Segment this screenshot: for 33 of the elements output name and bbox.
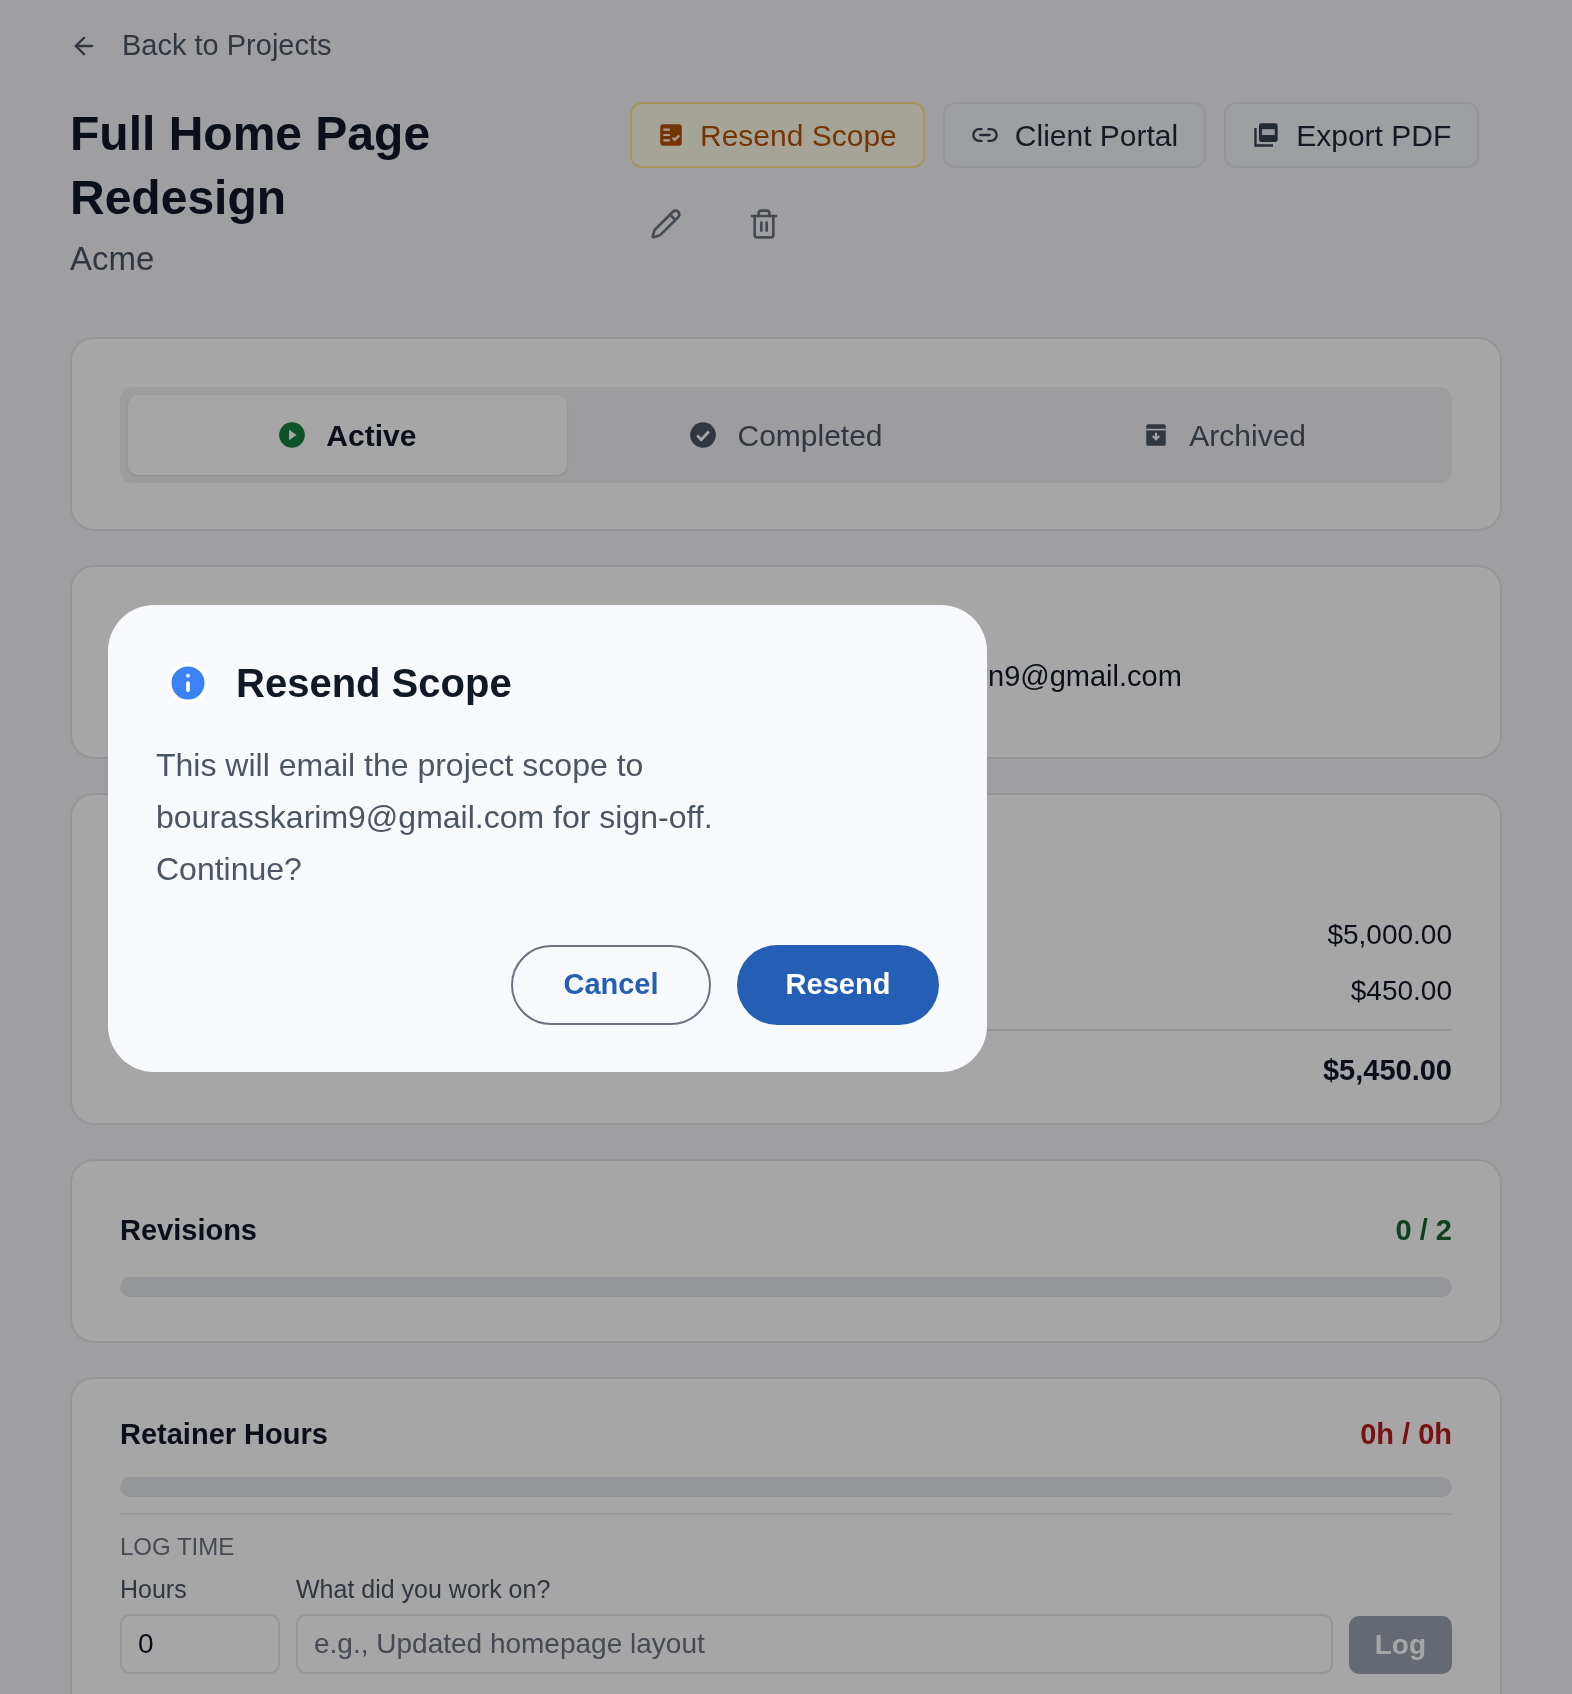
dialog-button[interactable]: Resend <box>737 945 939 1025</box>
description-field[interactable]: e.g., Updated homepage layout <box>296 1614 1333 1674</box>
edit-icon[interactable] <box>650 208 682 240</box>
retainer-count: 0h / 0h <box>1360 1417 1452 1452</box>
status-tab[interactable]: Archived <box>1005 395 1444 475</box>
dialog-title: Resend Scope <box>236 660 512 707</box>
back-link[interactable]: Back to Projects <box>70 26 1502 66</box>
status-tab[interactable]: Active <box>128 395 567 475</box>
hours-field[interactable]: 0 <box>120 1614 280 1674</box>
checklist-icon <box>658 122 684 148</box>
play-icon <box>278 421 307 449</box>
dialog-button[interactable]: Cancel <box>511 945 711 1025</box>
revisions-count: 0 / 2 <box>1395 1213 1452 1248</box>
status-tab[interactable]: Completed <box>566 395 1006 475</box>
dialog-message: This will email the project scope to bourasskarim9@gmail.com for sign-off. Continue? <box>156 746 714 889</box>
client-name: Acme <box>70 239 156 279</box>
action-button[interactable]: Resend Scope <box>630 102 925 168</box>
client-email: n9@gmail.com <box>988 659 1182 695</box>
delete-icon[interactable] <box>748 208 780 240</box>
hours-label: Hours <box>120 1573 188 1605</box>
action-button[interactable]: Client Portal <box>942 102 1207 168</box>
pdf-icon <box>1252 121 1281 149</box>
revisions-title: Revisions <box>120 1213 257 1248</box>
info-icon <box>166 661 210 705</box>
price-amount: $5,000.00 <box>1327 918 1452 952</box>
log-time-heading: LOG TIME <box>120 1531 236 1562</box>
check-circle-icon <box>689 421 718 449</box>
action-button[interactable]: Export PDF <box>1224 102 1480 168</box>
price-amount: $450.00 <box>1350 974 1452 1008</box>
project-title: Full Home Page Redesign <box>70 106 432 226</box>
description-label: What did you work on? <box>296 1573 552 1605</box>
total-amount: $5,450.00 <box>1323 1053 1452 1088</box>
retainer-title: Retainer Hours <box>120 1417 328 1452</box>
